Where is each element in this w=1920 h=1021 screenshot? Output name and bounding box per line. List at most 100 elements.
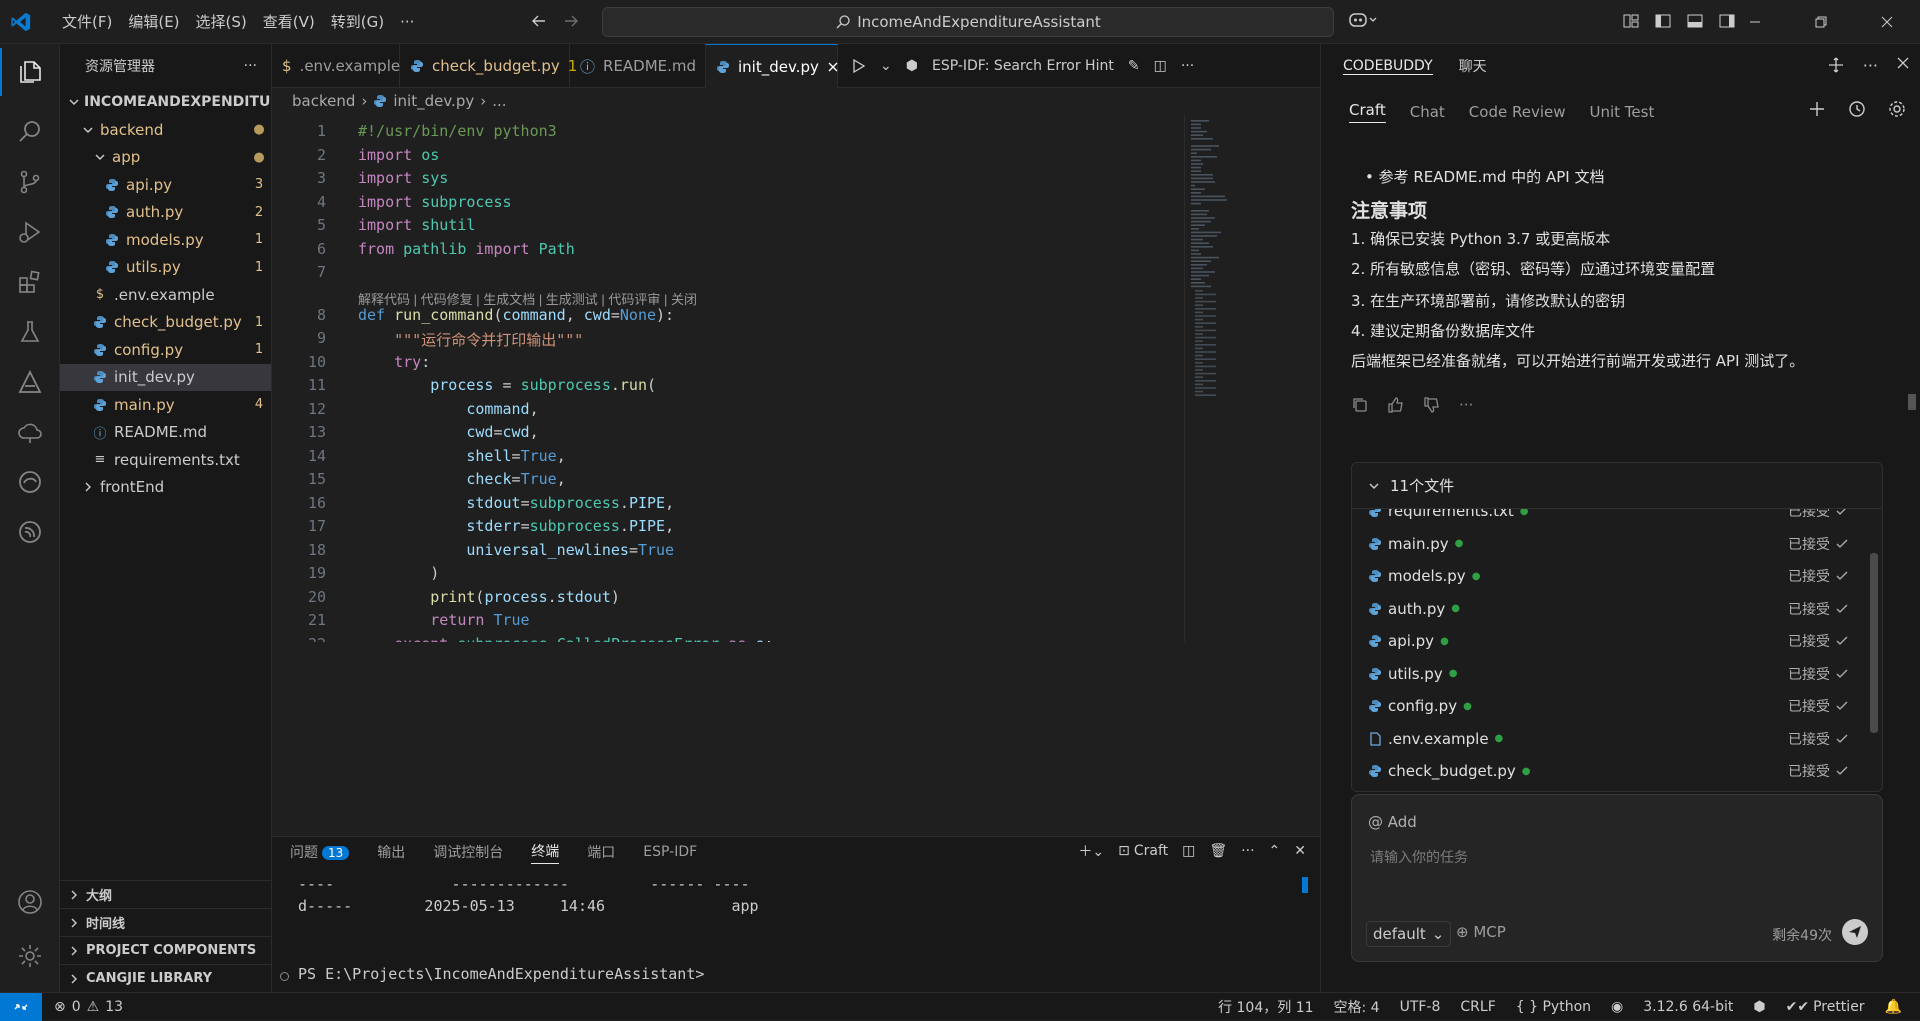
- copilot-status-icon[interactable]: ◉: [1611, 999, 1623, 1015]
- menu-item-1[interactable]: 编辑(E): [120, 0, 187, 44]
- esp-idf-search-hint[interactable]: ESP-IDF: Search Error Hint: [932, 58, 1114, 74]
- line-ending[interactable]: CRLF: [1460, 999, 1495, 1015]
- command-center-search[interactable]: IncomeAndExpenditureAssistant: [602, 7, 1334, 37]
- task-input-box[interactable]: @ Add 请输入你的任务 default ⌄ ⊕ MCP 剩余49次: [1351, 794, 1883, 962]
- more-actions-icon[interactable]: ···: [1181, 58, 1194, 74]
- split-editor-icon[interactable]: ◫: [1154, 58, 1167, 74]
- run-icon[interactable]: [850, 58, 866, 74]
- tree-item-init-dev-py[interactable]: init_dev.py: [60, 363, 271, 391]
- cloud-icon[interactable]: [0, 408, 60, 456]
- menu-item-0[interactable]: 文件(F): [54, 0, 120, 44]
- remote-indicator[interactable]: [0, 993, 42, 1021]
- tab-codebuddy[interactable]: CODEBUDDY: [1343, 58, 1433, 75]
- back-arrow-icon[interactable]: [530, 12, 548, 30]
- mcp-button[interactable]: ⊕ MCP: [1456, 923, 1506, 941]
- file-row-main-py[interactable]: main.py ● 已接受: [1368, 528, 1848, 560]
- forward-arrow-icon[interactable]: [562, 12, 580, 30]
- menu-item-2[interactable]: 选择(S): [188, 0, 255, 44]
- tree-item-api-py[interactable]: api.py 3: [60, 171, 271, 199]
- extensions-icon[interactable]: [0, 258, 60, 306]
- menu-item-5[interactable]: ···: [392, 0, 422, 44]
- cursor-position[interactable]: 行 104，列 11: [1218, 997, 1313, 1017]
- chat-scrollbar[interactable]: [1908, 394, 1916, 410]
- add-terminal-icon[interactable]: ＋⌄: [1078, 841, 1104, 861]
- file-row--env-example[interactable]: .env.example ● 已接受: [1368, 723, 1848, 755]
- account-icon[interactable]: [0, 878, 60, 926]
- tree-item-app[interactable]: app ●: [60, 144, 271, 172]
- sidebar-section-2[interactable]: PROJECT COMPONENTS: [60, 936, 272, 964]
- python-interpreter[interactable]: 3.12.6 64-bit: [1643, 999, 1733, 1015]
- close-panel-icon[interactable]: ✕: [1294, 843, 1306, 859]
- testing-flask-icon[interactable]: [0, 308, 60, 356]
- task-input-placeholder[interactable]: 请输入你的任务: [1370, 847, 1468, 867]
- menu-item-3[interactable]: 查看(V): [255, 0, 323, 44]
- layout-custom-icon[interactable]: [1622, 12, 1640, 30]
- file-row-auth-py[interactable]: auth.py ● 已接受: [1368, 593, 1848, 625]
- tab-chat-cn[interactable]: 聊天: [1459, 56, 1487, 76]
- restore-icon[interactable]: [1788, 0, 1854, 44]
- encoding[interactable]: UTF-8: [1400, 999, 1441, 1015]
- file-row-config-py[interactable]: config.py ● 已接受: [1368, 690, 1848, 722]
- split-terminal-icon[interactable]: ◫: [1182, 843, 1195, 859]
- tab-check-budget-py[interactable]: check_budget.py 1: [400, 44, 577, 88]
- mode-tab-chat[interactable]: Chat: [1410, 103, 1445, 121]
- minimize-icon[interactable]: [1722, 0, 1788, 44]
- panel-tab-0[interactable]: 问题 13: [290, 842, 350, 862]
- copilot-icon[interactable]: [1348, 10, 1378, 30]
- breadcrumb-symbol[interactable]: ...: [492, 92, 506, 110]
- terminal-craft[interactable]: ⊡ Craft: [1118, 843, 1168, 859]
- minimap[interactable]: [1184, 114, 1294, 642]
- codebuddy-status-icon[interactable]: ⬢: [1753, 999, 1765, 1015]
- editor-scrollbar[interactable]: [1306, 114, 1320, 642]
- thumbs-down-icon[interactable]: [1423, 396, 1441, 414]
- sidebar-section-1[interactable]: 时间线: [60, 908, 272, 936]
- panel-tab-4[interactable]: 端口: [587, 842, 615, 862]
- tab-init-dev-py[interactable]: init_dev.py: [706, 44, 838, 88]
- send-button[interactable]: [1842, 919, 1868, 945]
- more-actions-icon[interactable]: ···: [1241, 843, 1254, 859]
- panel-tab-3[interactable]: 终端: [531, 841, 560, 864]
- indentation[interactable]: 空格: 4: [1334, 997, 1380, 1017]
- settings-gear-icon[interactable]: [1888, 100, 1906, 118]
- close-icon[interactable]: [1854, 0, 1920, 44]
- toggle-sidebar-icon[interactable]: [1654, 12, 1672, 30]
- mode-select[interactable]: default ⌄: [1366, 921, 1452, 947]
- history-icon[interactable]: [1848, 100, 1866, 118]
- tree-item-utils-py[interactable]: utils.py 1: [60, 254, 271, 282]
- tree-item-auth-py[interactable]: auth.py 2: [60, 199, 271, 227]
- file-row-api-py[interactable]: api.py ● 已接受: [1368, 625, 1848, 657]
- sidebar-section-3[interactable]: CANGJIE LIBRARY: [60, 964, 272, 992]
- tab--env-example[interactable]: $ .env.example: [272, 44, 400, 88]
- breadcrumb-folder[interactable]: backend: [292, 92, 355, 110]
- more-actions-icon[interactable]: ···: [1863, 56, 1878, 75]
- files-card-header[interactable]: 11个文件: [1352, 463, 1882, 509]
- panel-tab-2[interactable]: 调试控制台: [433, 842, 503, 862]
- file-list-scrollbar[interactable]: [1870, 553, 1878, 733]
- tree-item--env-example[interactable]: $ .env.example: [60, 281, 271, 309]
- more-actions-icon[interactable]: ···: [1459, 396, 1473, 414]
- run-debug-icon[interactable]: [0, 208, 60, 256]
- sidebar-section-0[interactable]: 大纲: [60, 880, 272, 908]
- esp-idf-icon[interactable]: [0, 508, 60, 556]
- notifications-bell-icon[interactable]: 🔔: [1885, 999, 1902, 1015]
- tree-item-main-py[interactable]: main.py 4: [60, 391, 271, 419]
- code-editor[interactable]: 1 #!/usr/bin/env python3 2 import os 3 import…: [272, 114, 1320, 642]
- breadcrumb-file[interactable]: init_dev.py: [393, 92, 474, 110]
- prettier-status[interactable]: ✔✔ Prettier: [1786, 999, 1865, 1015]
- file-row-check-budget-py[interactable]: check_budget.py ● 已接受: [1368, 755, 1848, 787]
- esp-idf-tool-icon[interactable]: ⬢: [906, 58, 918, 74]
- thumbs-up-icon[interactable]: [1387, 396, 1405, 414]
- mode-tab-code-review[interactable]: Code Review: [1469, 103, 1566, 121]
- edit-pencil-icon[interactable]: ✎: [1128, 58, 1140, 74]
- tree-item-backend[interactable]: backend ●: [60, 116, 271, 144]
- mode-tab-craft[interactable]: Craft: [1349, 101, 1386, 123]
- tree-item-check-budget-py[interactable]: check_budget.py 1: [60, 309, 271, 337]
- codebuddy-icon[interactable]: [0, 358, 60, 406]
- copy-icon[interactable]: [1351, 396, 1369, 414]
- file-row-models-py[interactable]: models.py ● 已接受: [1368, 560, 1848, 592]
- workspace-root[interactable]: INCOMEANDEXPENDITUR...: [60, 88, 271, 116]
- search-view-icon[interactable]: [0, 108, 60, 156]
- mode-tab-unit-test[interactable]: Unit Test: [1589, 103, 1654, 121]
- chevron-up-icon[interactable]: ⌃: [1269, 843, 1281, 859]
- panel-tab-5[interactable]: ESP-IDF: [643, 844, 697, 860]
